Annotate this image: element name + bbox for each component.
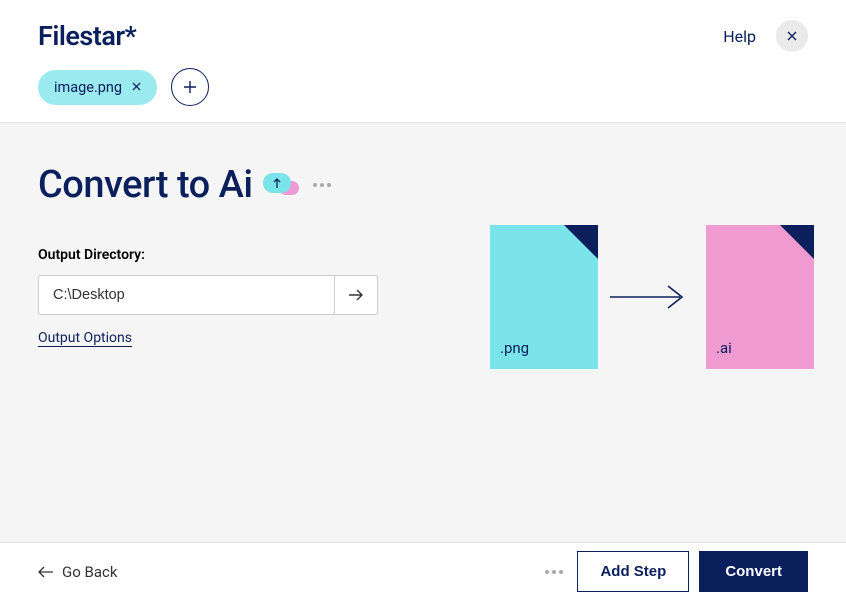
output-section: Output Directory: Output Options <box>38 247 378 346</box>
main-area: Convert to Ai Output Directory: Output O… <box>0 123 846 543</box>
file-chip[interactable]: image.png <box>38 70 157 105</box>
output-directory-label: Output Directory: <box>38 247 378 263</box>
output-directory-input[interactable] <box>38 275 334 315</box>
close-icon <box>787 31 797 41</box>
add-step-button[interactable]: Add Step <box>577 551 689 592</box>
add-file-button[interactable] <box>171 68 209 106</box>
footer-more-menu[interactable] <box>541 566 567 578</box>
close-icon <box>132 82 141 91</box>
footer-right: Add Step Convert <box>541 551 808 592</box>
plus-icon <box>183 80 197 94</box>
header-right: Help <box>723 20 808 52</box>
target-file-card: .ai <box>706 225 814 369</box>
source-file-ext: .png <box>500 339 529 357</box>
file-row: image.png <box>38 68 808 106</box>
output-browse-button[interactable] <box>334 275 378 315</box>
help-link[interactable]: Help <box>723 27 756 46</box>
go-back-label: Go Back <box>62 563 117 581</box>
header-top: Filestar* Help <box>38 20 808 52</box>
convert-button[interactable]: Convert <box>699 551 808 592</box>
title-row: Convert to Ai <box>38 163 808 207</box>
cloud-upload-icon <box>263 173 299 197</box>
target-file-ext: .ai <box>716 339 732 357</box>
file-fold-icon <box>780 225 814 259</box>
conversion-diagram: .png .ai <box>490 225 814 369</box>
app-logo: Filestar* <box>38 20 136 52</box>
title-more-menu[interactable] <box>309 179 335 191</box>
arrow-up-icon <box>272 177 282 189</box>
convert-arrow-icon <box>608 282 688 312</box>
file-fold-icon <box>564 225 598 259</box>
file-chip-label: image.png <box>54 79 122 96</box>
page-title: Convert to Ai <box>38 163 253 207</box>
arrow-left-icon <box>38 566 54 578</box>
go-back-button[interactable]: Go Back <box>38 563 117 581</box>
close-button[interactable] <box>776 20 808 52</box>
file-chip-remove[interactable] <box>132 79 141 95</box>
source-file-card: .png <box>490 225 598 369</box>
footer: Go Back Add Step Convert <box>0 542 846 600</box>
header: Filestar* Help image.png <box>0 0 846 123</box>
output-options-link[interactable]: Output Options <box>38 330 132 346</box>
output-input-row <box>38 275 378 315</box>
arrow-right-icon <box>348 288 364 302</box>
